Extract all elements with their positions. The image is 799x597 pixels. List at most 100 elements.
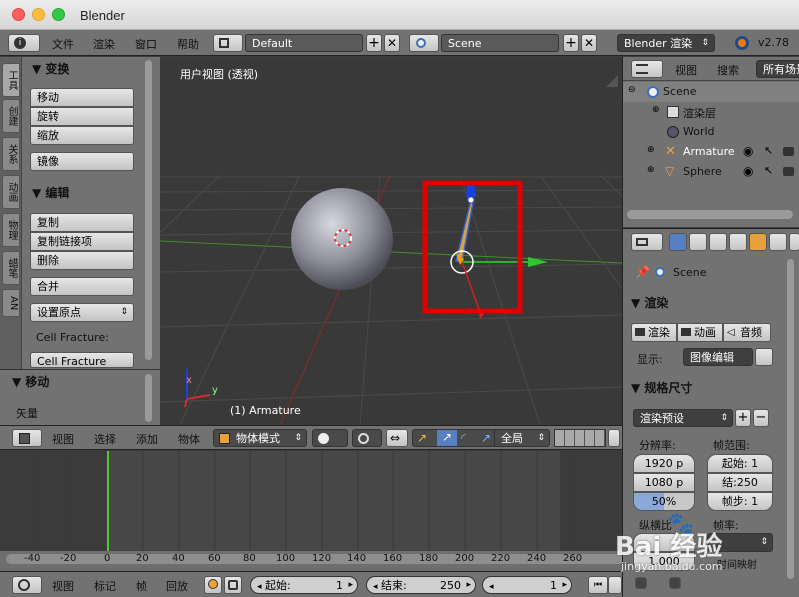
crop-checkbox[interactable] xyxy=(669,577,681,589)
renderability-camera-icon[interactable] xyxy=(783,147,794,156)
screen-layout-browse-button[interactable] xyxy=(213,34,243,52)
rotate-manipulator-icon[interactable]: ↗ xyxy=(437,430,457,446)
remove-layout-button[interactable]: ✕ xyxy=(384,34,400,52)
tab-grease-pencil[interactable]: 蜡笔 xyxy=(2,251,20,285)
menu-search[interactable]: 搜索 xyxy=(717,62,739,78)
outliner-scrollbar[interactable] xyxy=(627,210,793,219)
menu-playback[interactable]: 回放 xyxy=(166,578,188,594)
viewport-3d[interactable]: 用户视图 (透视) x y (1) Armature xyxy=(160,57,622,425)
outliner-row-armature[interactable]: ⊕ ✕ Armature ◉ ↖ xyxy=(623,142,799,162)
duplicate-button[interactable]: 复制 xyxy=(30,213,134,232)
end-frame-field[interactable]: ◂ 结束: 250 ▸ xyxy=(366,576,476,594)
render-image-button[interactable]: 渲染 xyxy=(631,323,677,342)
tab-an[interactable]: AN xyxy=(2,289,20,317)
render-panel-header[interactable]: ▼ 渲染 xyxy=(631,294,668,311)
scene-browse-button[interactable] xyxy=(409,34,439,52)
expand-icon[interactable]: ⊕ xyxy=(647,145,655,155)
data-context-tab[interactable] xyxy=(789,233,799,251)
menu-render[interactable]: 渲染 xyxy=(93,36,115,52)
menu-view[interactable]: 视图 xyxy=(52,578,74,594)
menu-help[interactable]: 帮助 xyxy=(177,36,199,52)
render-layers-context-tab[interactable] xyxy=(689,233,707,251)
editor-type-timeline-button[interactable] xyxy=(12,576,42,594)
scene-field[interactable]: Scene xyxy=(441,34,559,52)
minimize-window-button[interactable] xyxy=(32,8,45,21)
preview-range-button[interactable] xyxy=(204,576,222,594)
add-preset-button[interactable]: + xyxy=(735,409,751,427)
editor-type-properties-button[interactable] xyxy=(631,233,663,251)
render-animation-button[interactable]: 动画 xyxy=(677,323,723,342)
menu-select[interactable]: 选择 xyxy=(94,431,116,447)
start-frame-field[interactable]: ◂ 起始: 1 ▸ xyxy=(250,576,358,594)
tab-relations[interactable]: 关系 xyxy=(2,137,20,171)
world-context-tab[interactable] xyxy=(729,233,747,251)
tab-tools[interactable]: 工具 xyxy=(2,63,20,97)
lock-interface-button[interactable] xyxy=(755,348,773,366)
arrow-manipulator-icon[interactable]: ↗ xyxy=(481,431,491,445)
render-context-tab[interactable] xyxy=(669,233,687,251)
operator-panel-header[interactable]: ▼ 移动 xyxy=(12,373,49,390)
menu-view[interactable]: 视图 xyxy=(675,62,697,78)
add-scene-button[interactable]: + xyxy=(563,34,579,52)
interaction-mode-select[interactable]: 物体模式 ⇕ xyxy=(213,429,307,447)
join-button[interactable]: 合并 xyxy=(30,277,134,296)
selectability-cursor-icon[interactable]: ↖ xyxy=(764,164,773,177)
menu-view[interactable]: 视图 xyxy=(52,431,74,447)
pivot-point-select[interactable] xyxy=(352,429,382,447)
remove-preset-button[interactable]: − xyxy=(753,409,769,427)
close-window-button[interactable] xyxy=(12,8,25,21)
tab-create[interactable]: 创建 xyxy=(2,99,20,133)
viewport-shading-select[interactable] xyxy=(312,429,348,447)
move-button[interactable]: 移动 xyxy=(30,88,134,107)
rotate-button[interactable]: 旋转 xyxy=(30,107,134,126)
outliner-row-sphere[interactable]: ⊕ ▽ Sphere ◉ ↖ xyxy=(623,162,799,182)
dimensions-panel-header[interactable]: ▼ 规格尺寸 xyxy=(631,379,692,396)
expand-icon[interactable]: ⊕ xyxy=(652,105,660,115)
renderability-camera-icon[interactable] xyxy=(783,167,794,176)
frame-start-field[interactable]: 起始: 1 xyxy=(707,454,773,473)
frame-step-field[interactable]: 帧步: 1 xyxy=(707,492,773,511)
edit-panel-header[interactable]: ▼ 编辑 xyxy=(32,184,69,201)
expand-icon[interactable]: ⊕ xyxy=(647,165,655,175)
layer-buttons[interactable] xyxy=(554,429,606,447)
menu-window[interactable]: 窗口 xyxy=(135,36,157,52)
render-engine-select[interactable]: Blender 渲染 ⇕ xyxy=(617,34,715,52)
layer-lock-button[interactable] xyxy=(608,429,620,447)
tab-physics[interactable]: 物理 xyxy=(2,213,20,247)
jump-to-start-button[interactable]: ⏮ xyxy=(588,576,608,594)
render-audio-button[interactable]: ◁ 音频 xyxy=(723,323,771,342)
add-layout-button[interactable]: + xyxy=(366,34,382,52)
selectability-cursor-icon[interactable]: ↖ xyxy=(764,144,773,157)
menu-frame[interactable]: 帧 xyxy=(136,578,147,594)
menu-marker[interactable]: 标记 xyxy=(94,578,116,594)
set-origin-select[interactable]: 设置原点 ⇕ xyxy=(30,303,134,322)
pin-icon[interactable]: 📌 xyxy=(635,265,650,279)
screen-layout-field[interactable]: Default xyxy=(245,34,363,52)
manipulator-toggle-button[interactable]: ⇔ xyxy=(386,429,408,447)
resolution-percentage-field[interactable]: 50% xyxy=(633,492,695,511)
mirror-button[interactable]: 镜像 xyxy=(30,152,134,171)
operator-scrollbar[interactable] xyxy=(145,374,152,422)
outliner-display-filter[interactable]: 所有场景 xyxy=(756,60,799,78)
editor-type-3dview-button[interactable] xyxy=(12,429,42,447)
collapse-icon[interactable]: ⊖ xyxy=(628,85,636,95)
delete-button[interactable]: 删除 xyxy=(30,251,134,270)
scale-button[interactable]: 缩放 xyxy=(30,126,134,145)
editor-type-outliner-button[interactable] xyxy=(631,60,663,78)
transform-panel-header[interactable]: ▼ 变换 xyxy=(32,60,69,77)
scene-context-tab[interactable] xyxy=(709,233,727,251)
visibility-eye-icon[interactable]: ◉ xyxy=(743,164,753,178)
lock-range-button[interactable] xyxy=(224,576,242,594)
properties-scrollbar[interactable] xyxy=(787,259,794,579)
remove-scene-button[interactable]: ✕ xyxy=(581,34,597,52)
menu-object[interactable]: 物体 xyxy=(178,431,200,447)
visibility-eye-icon[interactable]: ◉ xyxy=(743,144,753,158)
duplicate-linked-button[interactable]: 复制链接项 xyxy=(30,232,134,251)
jump-keyframe-button[interactable] xyxy=(608,576,622,594)
outliner-row-scene[interactable]: ⊖ Scene xyxy=(623,82,799,102)
display-mode-select[interactable]: 图像编辑 xyxy=(683,348,753,366)
menu-file[interactable]: 文件 xyxy=(52,36,74,52)
tab-animation[interactable]: 动画 xyxy=(2,175,20,209)
outliner-row-world[interactable]: World xyxy=(623,122,799,142)
tool-shelf-scrollbar[interactable] xyxy=(145,60,152,360)
